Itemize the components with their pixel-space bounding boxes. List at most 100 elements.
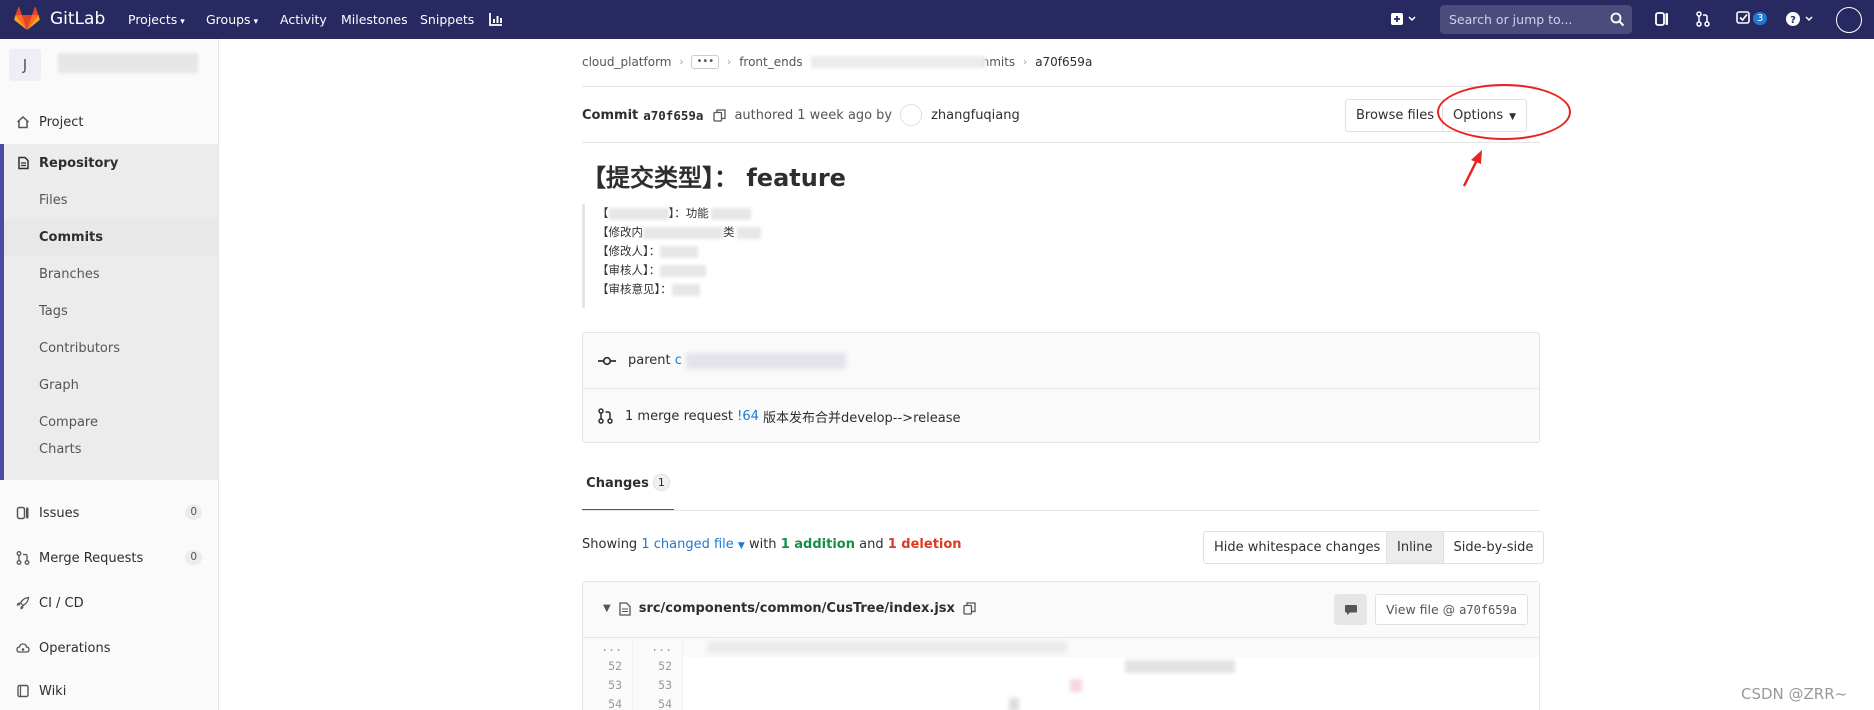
new-dropdown[interactable] [1390,11,1422,29]
chevron-down-icon: ▾ [253,17,259,27]
view-file-button[interactable]: View file @ a70f659a [1375,594,1528,625]
side-by-side-view-button[interactable]: Side-by-side [1444,532,1544,563]
hide-whitespace-button[interactable]: Hide whitespace changes [1203,531,1392,564]
sidebar-subitem-tags[interactable]: Tags [4,293,218,330]
tab-changes[interactable]: Changes 1 [582,467,674,511]
todos-nav[interactable]: 3 [1736,10,1772,28]
search-icon[interactable] [1610,12,1625,27]
help-icon: ? [1786,12,1813,26]
nav-snippets[interactable]: Snippets [420,0,474,39]
merge-requests-count-badge: 0 [185,550,202,565]
new-line-number[interactable]: 54 [633,695,683,710]
sidebar-item-operations[interactable]: Operations [0,630,218,666]
nav-projects[interactable]: Projects ▾ [128,0,185,39]
sidebar-item-label: Merge Requests [39,550,144,566]
issues-nav-icon[interactable] [1654,11,1672,29]
project-name-redacted[interactable] [58,53,198,73]
nav-projects-label: Projects [128,12,178,27]
parent-commit-row: parent c [583,333,1539,389]
project-avatar[interactable]: J [9,49,41,81]
copy-sha-icon[interactable] [713,108,727,122]
file-path-link[interactable]: src/components/common/CusTree/index.jsx [639,601,955,616]
sidebar-subitem-files[interactable]: Files [4,182,218,219]
description-line-prefix: 【审核意见】： [597,282,672,296]
parent-sha-redacted[interactable] [685,352,846,369]
nav-groups[interactable]: Groups ▾ [206,0,258,39]
analytics-icon[interactable] [488,11,506,29]
nav-milestones[interactable]: Milestones [341,0,408,39]
gitlab-home-link[interactable]: GitLab [14,7,105,31]
sidebar-subitem-commits[interactable]: Commits [4,219,218,256]
diff-view-toggle: Inline Side-by-side [1386,531,1545,564]
new-line-number[interactable]: ... [633,638,683,657]
issues-icon [15,505,31,521]
user-avatar[interactable] [1836,7,1862,33]
sidebar-item-label: Operations [39,640,111,656]
description-line-prefix: 【修改内 [597,225,643,239]
breadcrumb-group-link[interactable]: cloud_platform [582,55,671,69]
toggle-comments-button[interactable] [1334,594,1367,625]
tab-changes-label: Changes [586,476,649,491]
view-file-label: View file @ [1386,602,1456,617]
sidebar-item-project[interactable]: Project [0,104,218,140]
changed-files-dropdown[interactable]: 1 changed file ▼ [641,537,745,552]
and-label: and [859,537,884,552]
new-line-number[interactable]: 52 [633,657,683,676]
parent-commit-link[interactable]: c [675,353,682,368]
issues-count-badge: 0 [185,505,202,520]
top-navbar: GitLab Projects ▾ Groups ▾ Activity Milest… [0,0,1874,39]
sidebar-item-repository[interactable]: Repository [0,144,218,182]
gitlab-logo-icon [14,7,40,30]
additions-count: 1 addition [780,537,855,552]
comment-icon [1344,604,1357,615]
deletions-count: 1 deletion [887,537,962,552]
commit-sha: a70f659a [643,107,704,123]
collapse-toggle-icon[interactable]: ▼ [603,603,611,614]
diff-lines: ...... 52 52 53 53 54 54 [583,638,1539,710]
old-line-number[interactable]: 52 [583,657,633,676]
sidebar-item-wiki[interactable]: Wiki [0,673,218,709]
sidebar-subitem-contributors[interactable]: Contributors [4,330,218,367]
sidebar-subitem-charts[interactable]: Charts [4,441,218,458]
commit-author-link[interactable]: zhangfuqiang [931,108,1020,123]
repository-submenu: Files Commits Branches Tags Contributors… [0,182,218,458]
inline-view-button[interactable]: Inline [1387,532,1444,563]
copy-path-icon[interactable] [963,602,976,615]
changed-files-label: 1 changed file [641,537,734,552]
browse-files-button[interactable]: Browse files [1345,99,1446,132]
old-line-number[interactable]: 53 [583,676,633,695]
breadcrumb-ellipsis-button[interactable]: ••• [691,55,720,69]
nav-activity[interactable]: Activity [280,0,327,39]
sidebar-item-ci-cd[interactable]: CI / CD [0,585,218,621]
sidebar-subitem-graph[interactable]: Graph [4,367,218,404]
sidebar-subitem-branches[interactable]: Branches [4,256,218,293]
old-line-number[interactable]: ... [583,638,633,657]
help-dropdown[interactable]: ? [1785,11,1819,29]
redacted-text [643,226,723,239]
description-line-suffix: 】：功能 [668,206,709,220]
breadcrumb-project-redacted[interactable] [810,56,986,68]
view-file-sha: a70f659a [1459,603,1517,617]
description-line-prefix: 【修改人】： [597,244,661,258]
chevron-right-icon: › [1023,56,1028,68]
redacted-code [1125,660,1235,673]
breadcrumb-current-commit: a70f659a [1035,55,1093,69]
merge-requests-nav-icon[interactable] [1695,11,1713,29]
cloud-gear-icon [15,640,31,656]
sidebar-item-label: CI / CD [39,595,84,611]
todos-count-badge: 3 [1753,12,1768,25]
by-label: by [876,107,893,123]
sidebar-item-issues[interactable]: Issues 0 [0,495,218,531]
description-line-suffix: 类 [723,225,735,239]
merge-request-link[interactable]: !64 [737,409,759,424]
sidebar-item-merge-requests[interactable]: Merge Requests 0 [0,540,218,576]
breadcrumb-subgroup-link[interactable]: front_ends [739,55,802,69]
redacted-text [736,226,761,239]
breadcrumb-commits-link[interactable]: nmits [982,55,1016,69]
redacted-code [1070,679,1082,692]
search-input[interactable] [1440,5,1608,34]
author-avatar[interactable] [900,104,923,126]
new-line-number[interactable]: 53 [633,676,683,695]
sidebar-subitem-compare[interactable]: Compare [4,404,218,441]
old-line-number[interactable]: 54 [583,695,633,710]
